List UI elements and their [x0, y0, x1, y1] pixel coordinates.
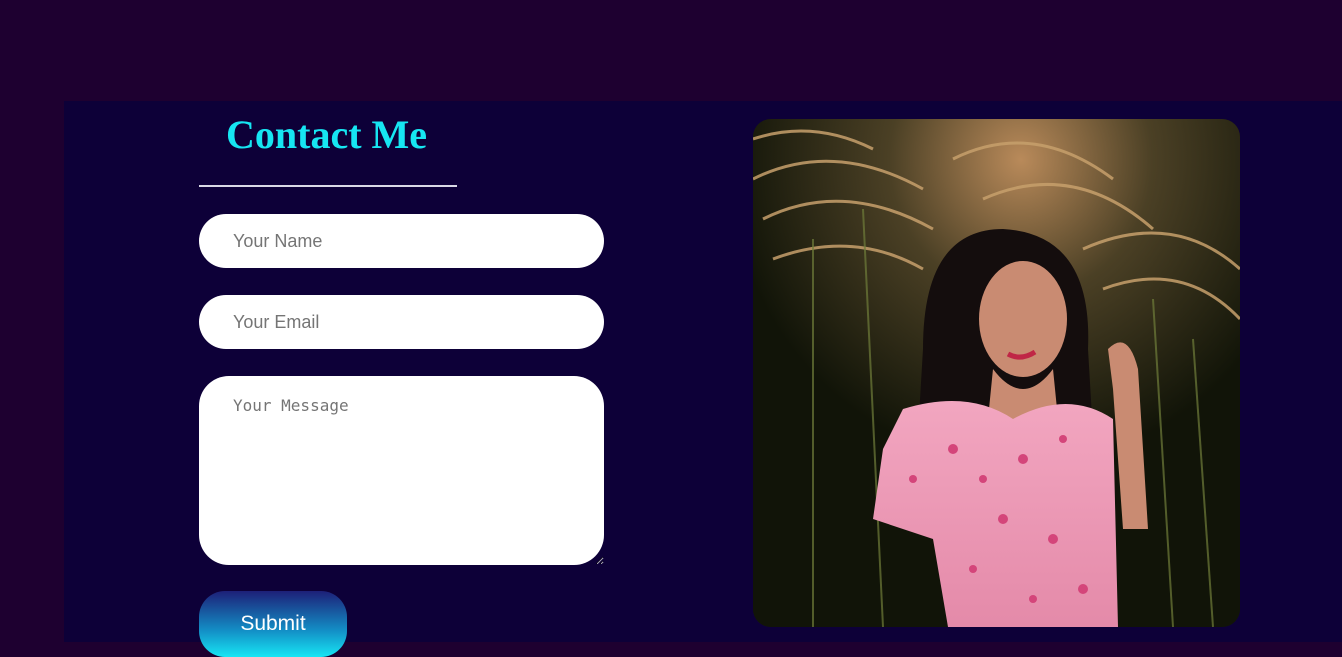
- title-divider: [199, 185, 457, 187]
- name-input[interactable]: [199, 214, 604, 268]
- message-textarea[interactable]: [199, 376, 604, 565]
- submit-button[interactable]: Submit: [199, 591, 347, 657]
- contact-title: Contact Me: [226, 112, 428, 157]
- portrait-photo: [753, 119, 1240, 627]
- email-input[interactable]: [199, 295, 604, 349]
